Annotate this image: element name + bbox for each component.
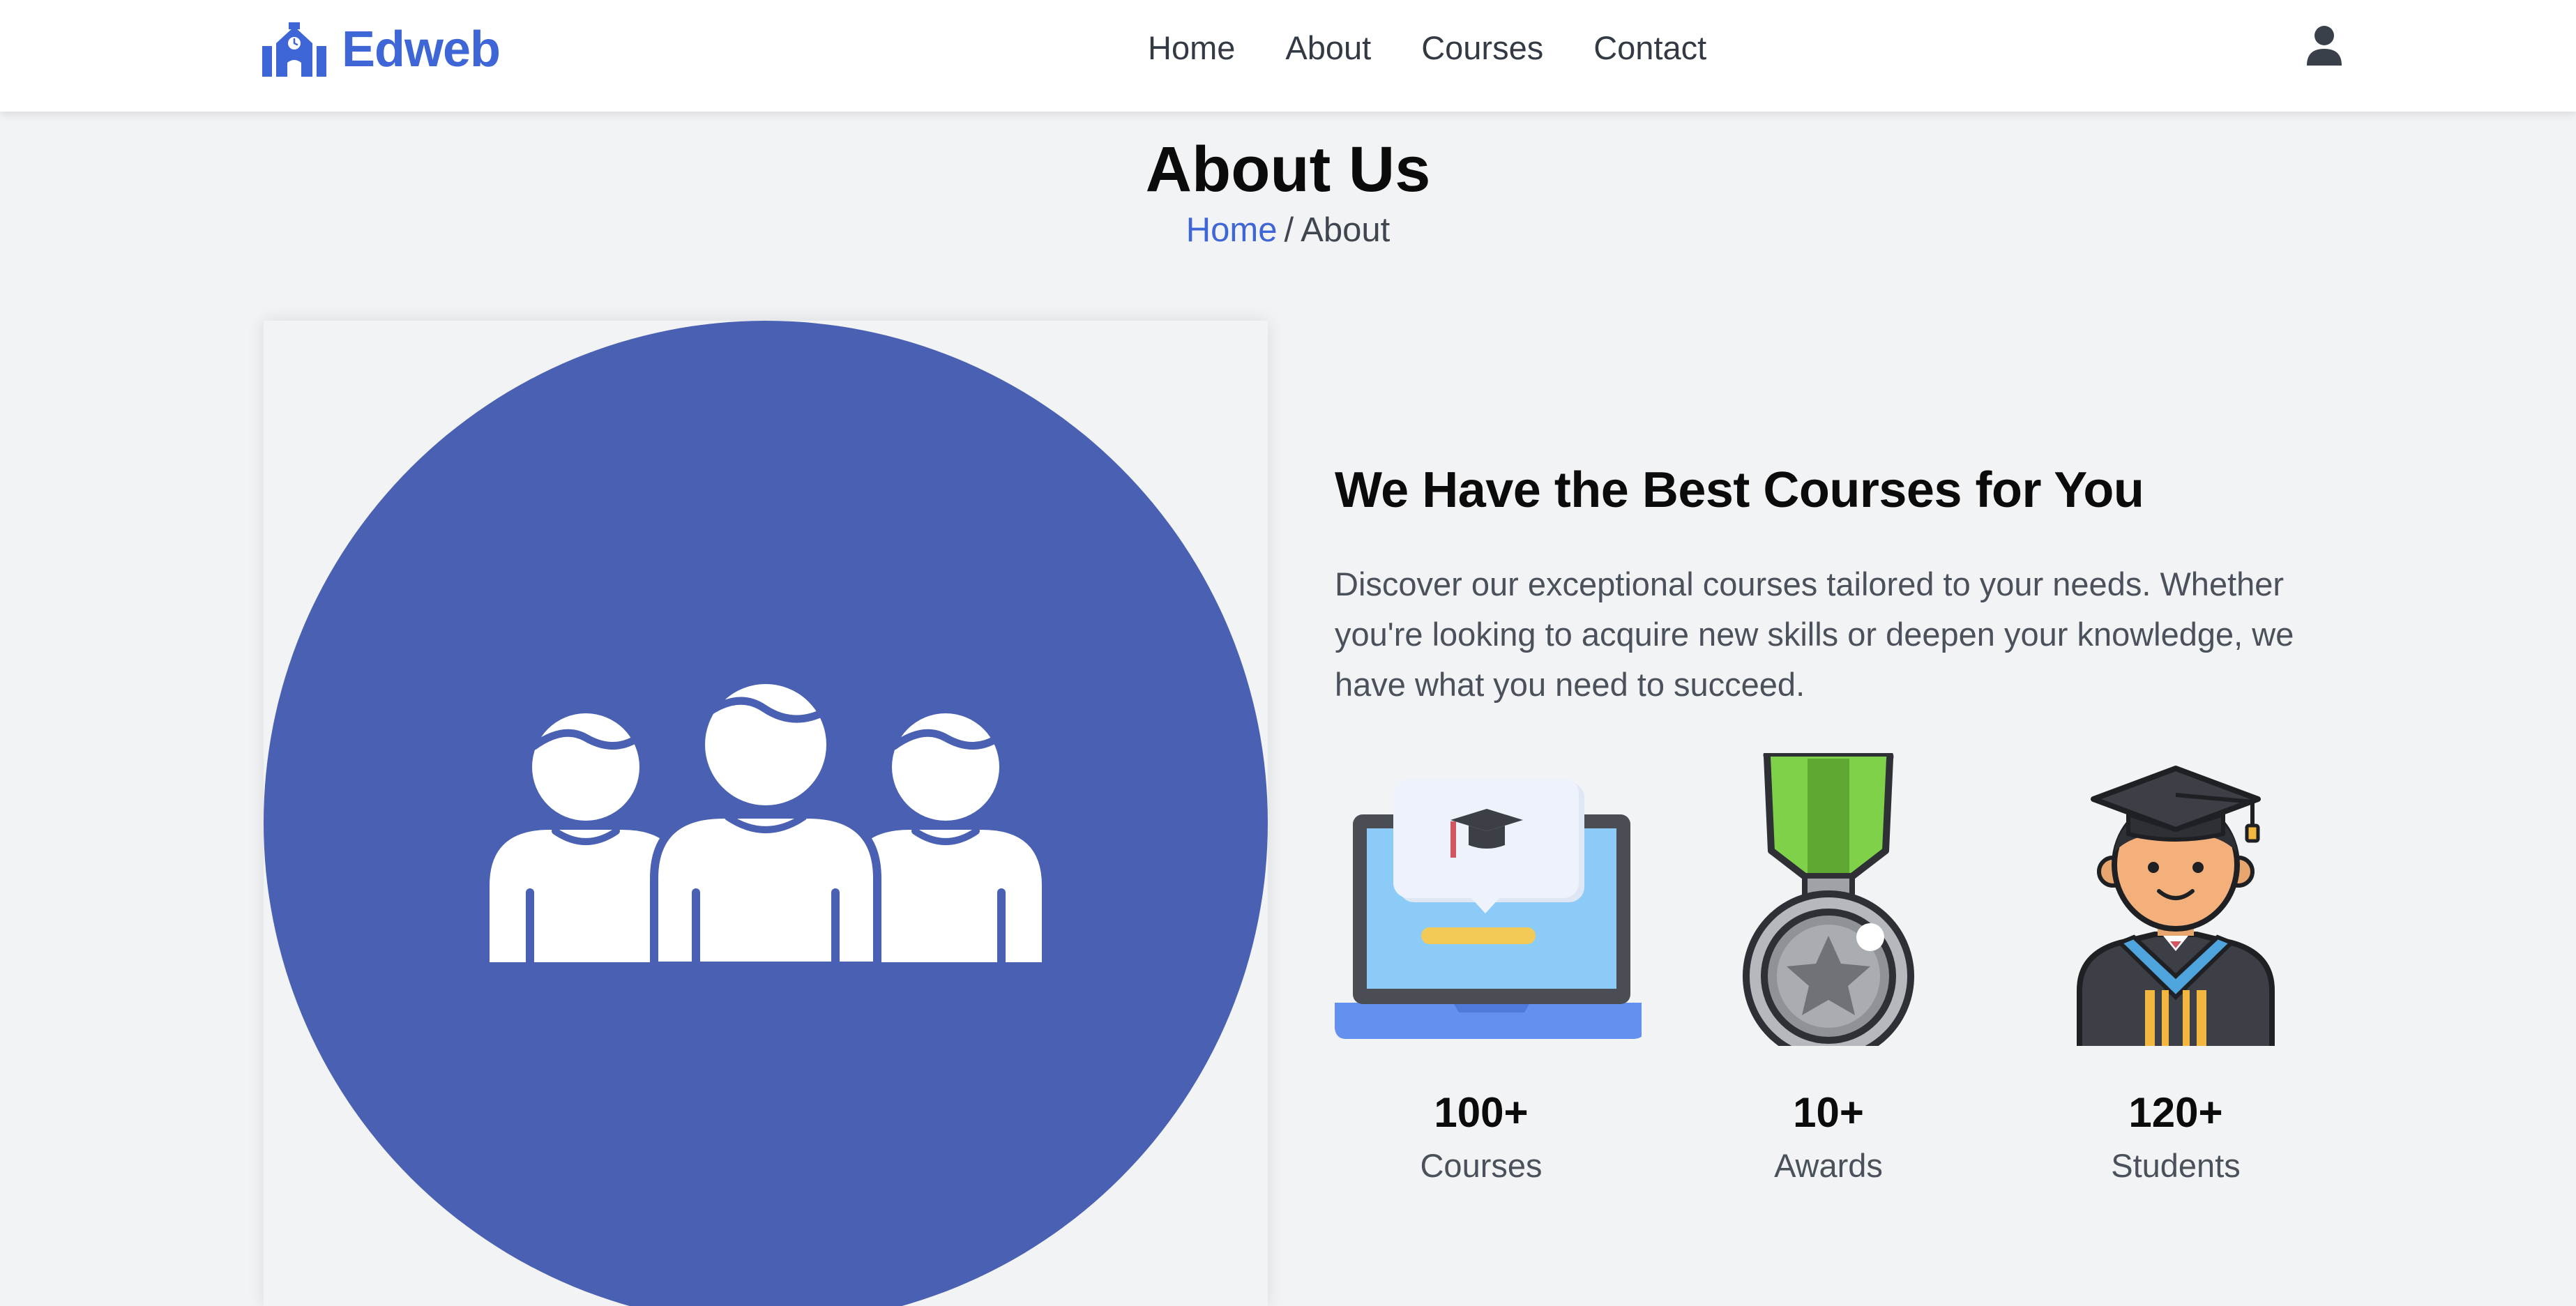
- medal-icon: [1743, 753, 1914, 1046]
- stat-courses-value: 100+: [1434, 1089, 1529, 1136]
- breadcrumb-separator: /: [1284, 211, 1294, 249]
- breadcrumb: Home / About: [0, 208, 2576, 252]
- stat-courses: 100+ Courses: [1321, 753, 1642, 1184]
- site-header: Edweb Home About Courses Contact: [0, 0, 2576, 112]
- nav-contact[interactable]: Contact: [1568, 25, 1732, 71]
- about-image: [264, 321, 1268, 1306]
- stat-awards-label: Awards: [1774, 1147, 1883, 1184]
- about-section: We Have the Best Courses for You Discove…: [1335, 452, 2339, 710]
- user-icon: [2307, 26, 2342, 66]
- brand-name: Edweb: [342, 22, 501, 77]
- laptop-course-icon: [1335, 778, 1642, 1039]
- about-description: Discover our exceptional courses tailore…: [1335, 565, 2294, 703]
- stat-courses-label: Courses: [1420, 1147, 1543, 1184]
- school-building-icon: [262, 22, 326, 77]
- main-nav: Home About Courses Contact: [1123, 25, 1732, 71]
- stat-students-label: Students: [2111, 1147, 2241, 1184]
- graduate-student-icon: [2077, 766, 2275, 1046]
- brand-logo[interactable]: Edweb: [261, 18, 501, 81]
- stats-row: 100+ Courses 10+ Awards 120+ Students: [1335, 753, 2339, 1199]
- breadcrumb-home-link[interactable]: Home: [1186, 211, 1278, 249]
- user-account-button[interactable]: [2305, 25, 2343, 67]
- stat-students: 120+ Students: [2015, 753, 2336, 1184]
- nav-home[interactable]: Home: [1123, 25, 1260, 71]
- nav-courses[interactable]: Courses: [1396, 25, 1568, 71]
- stat-awards: 10+ Awards: [1668, 753, 1989, 1184]
- about-heading: We Have the Best Courses for You: [1335, 462, 2144, 518]
- page-title: About Us: [1145, 134, 1431, 205]
- stat-students-value: 120+: [2128, 1089, 2223, 1136]
- nav-about[interactable]: About: [1260, 25, 1396, 71]
- breadcrumb-current: About: [1301, 211, 1391, 249]
- stat-awards-value: 10+: [1793, 1089, 1864, 1136]
- group-of-people-icon: [264, 321, 1268, 1306]
